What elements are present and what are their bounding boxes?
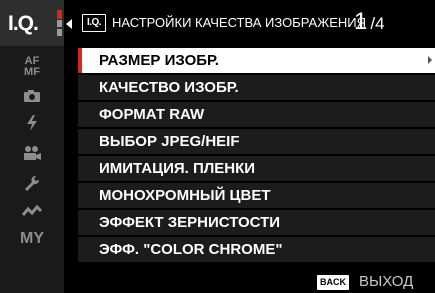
page-total: /4 (370, 14, 385, 33)
wrench-icon (25, 176, 40, 191)
menu-item-jpeg-heif[interactable]: ВЫБОР JPEG/HEIF (78, 129, 435, 154)
menu-item-grain-effect[interactable]: ЭФФЕКТ ЗЕРНИСТОСТИ (78, 210, 435, 235)
menu-item-color-chrome[interactable]: ЭФФ. "COLOR CHROME" (78, 237, 435, 262)
tab-image-quality[interactable]: I.Q. (0, 0, 64, 46)
tab-flash[interactable] (0, 114, 64, 136)
tab-af-mf[interactable]: AF MF (0, 56, 64, 78)
menu-item-raw-format[interactable]: ФОРМАТ RAW (78, 102, 435, 127)
camera-icon (24, 90, 40, 102)
previous-tab-arrow-icon[interactable] (66, 19, 72, 29)
menu-item-label: ФОРМАТ RAW (99, 106, 205, 123)
menu-item-label: ЭФФ. "COLOR CHROME" (99, 241, 283, 258)
page-counter: 1/4 (354, 8, 385, 38)
menu-item-label: РАЗМЕР ИЗОБР. (99, 52, 219, 69)
flash-icon (27, 115, 37, 131)
menu-item-label: ИМИТАЦИЯ. ПЛЕНКИ (99, 160, 256, 177)
submenu-arrow-icon (428, 56, 432, 64)
tab-my-menu[interactable]: MY (0, 228, 64, 250)
selection-marker (78, 48, 82, 73)
menu-item-monochrome-color[interactable]: МОНОХРОМНЫЙ ЦВЕТ (78, 183, 435, 208)
page-position-indicator (57, 10, 62, 38)
menu-item-label: ВЫБОР JPEG/HEIF (99, 133, 240, 150)
movie-icon (24, 146, 41, 160)
menu-tab-sidebar: I.Q. AF MF MY (0, 0, 64, 293)
menu-item-image-size[interactable]: РАЗМЕР ИЗОБР. (78, 48, 435, 73)
exit-label: ВЫХОД (359, 273, 414, 290)
menu-item-image-quality[interactable]: КАЧЕСТВО ИЗОБР. (78, 75, 435, 100)
menu-footer: BACK ВЫХОД (0, 272, 435, 293)
tab-shooting[interactable] (0, 86, 64, 108)
af-mf-icon: AF MF (24, 55, 40, 78)
page-title: НАСТРОЙКИ КАЧЕСТВА ИЗОБРАЖЕНИЯ (112, 15, 366, 30)
page-current: 1 (354, 8, 368, 35)
tab-setup[interactable] (0, 174, 64, 196)
connection-icon (21, 204, 43, 216)
tab-image-quality-label: I.Q. (8, 12, 39, 35)
menu-item-label: МОНОХРОМНЫЙ ЦВЕТ (99, 187, 271, 204)
menu-item-label: КАЧЕСТВО ИЗОБР. (99, 79, 239, 96)
my-menu-icon: MY (20, 230, 44, 247)
tab-connection[interactable] (0, 201, 64, 223)
menu-item-label: ЭФФЕКТ ЗЕРНИСТОСТИ (99, 214, 281, 231)
back-button[interactable]: BACK (317, 275, 349, 290)
menu-list: РАЗМЕР ИЗОБР. КАЧЕСТВО ИЗОБР. ФОРМАТ RAW… (78, 48, 435, 264)
menu-item-film-simulation[interactable]: ИМИТАЦИЯ. ПЛЕНКИ (78, 156, 435, 181)
camera-menu-screen: I.Q. AF MF MY I.Q. НАСТРОЙКИ КАЧЕСТВА ИЗ… (0, 0, 435, 293)
tab-movie[interactable] (0, 144, 64, 166)
menu-header: I.Q. НАСТРОЙКИ КАЧЕСТВА ИЗОБРАЖЕНИЯ 1/4 (78, 0, 435, 46)
image-quality-icon: I.Q. (82, 14, 106, 32)
